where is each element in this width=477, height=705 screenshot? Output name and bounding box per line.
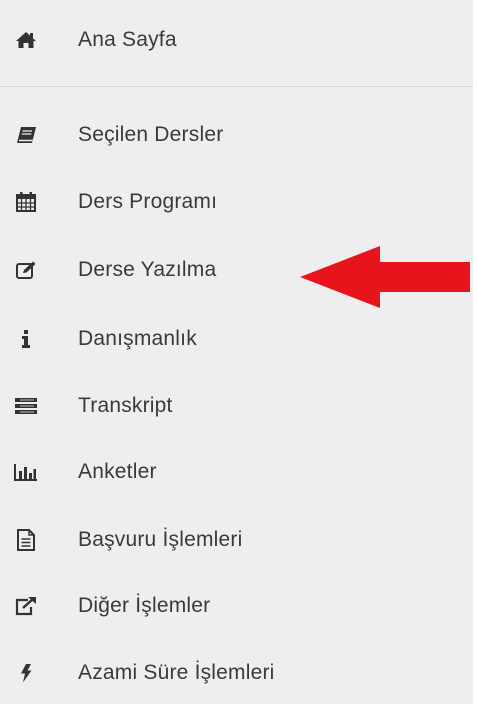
menu-divider [0, 86, 473, 87]
sidebar-item-azami-sure-islemleri[interactable]: Azami Süre İşlemleri [0, 641, 473, 705]
sidebar-item-transkript[interactable]: Transkript [0, 374, 473, 438]
sidebar-menu: Ana Sayfa Seçilen Dersler Ders Programı [0, 0, 473, 704]
page-edge [473, 0, 477, 704]
sidebar-item-label: Seçilen Dersler [78, 123, 224, 146]
sidebar-item-label: Anketler [78, 460, 157, 483]
info-icon [14, 328, 38, 350]
sidebar-item-ders-programi[interactable]: Ders Programı [0, 170, 473, 234]
bar-chart-icon [14, 461, 38, 483]
list-icon [14, 395, 38, 417]
sidebar-item-anketler[interactable]: Anketler [0, 440, 473, 504]
file-text-icon [14, 529, 38, 551]
sidebar-item-label: Transkript [78, 394, 173, 417]
sidebar-item-label: Diğer İşlemler [78, 594, 211, 617]
book-icon [14, 124, 38, 146]
red-arrow-annotation [300, 246, 470, 308]
sidebar-item-label: Ana Sayfa [78, 28, 177, 51]
sidebar-item-danismanlik[interactable]: Danışmanlık [0, 307, 473, 371]
sidebar-item-label: Ders Programı [78, 190, 218, 213]
bolt-icon [14, 662, 38, 684]
sidebar-item-label: Azami Süre İşlemleri [78, 661, 275, 684]
sidebar-item-ana-sayfa[interactable]: Ana Sayfa [0, 8, 473, 72]
external-link-icon [14, 595, 38, 617]
sidebar-item-label: Başvuru İşlemleri [78, 528, 243, 551]
sidebar-item-secilen-dersler[interactable]: Seçilen Dersler [0, 103, 473, 167]
home-icon [14, 29, 38, 51]
sidebar-item-label: Danışmanlık [78, 327, 197, 350]
sidebar-item-diger-islemler[interactable]: Diğer İşlemler [0, 574, 473, 638]
calendar-icon [14, 191, 38, 213]
edit-icon [14, 259, 38, 281]
sidebar-item-label: Derse Yazılma [78, 258, 217, 281]
sidebar-item-basvuru-islemleri[interactable]: Başvuru İşlemleri [0, 508, 473, 572]
